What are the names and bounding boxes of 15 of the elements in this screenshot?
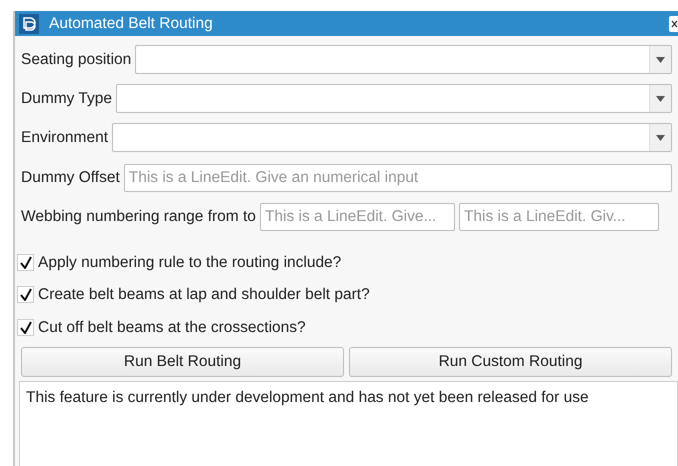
input-field[interactable]: This is a LineEdit. Giv... [458,203,659,231]
checkbox-label: Create belt beams at lap and shoulder belt part? [38,285,370,306]
input-field[interactable]: This is a LineEdit. Give... [260,203,455,231]
action-button[interactable]: Run Belt Routing [21,346,344,377]
field-label: Dummy Type [21,88,112,109]
output-text: This feature is currently under development and has not yet been released for use [26,388,589,406]
field-label: Dummy Offset [21,168,120,188]
checkbox-label: Apply numbering rule to the routing include? [38,253,342,273]
window-title: Automated Belt Routing [49,14,213,34]
field-label: Seating position [21,50,132,70]
input-field[interactable]: This is a LineEdit. Give an numerical input [124,164,672,192]
field-label: Webbing numbering range from to [21,207,256,228]
checkbox-label: Cut off belt beams at the crossections? [38,318,306,338]
field-label: Environment [21,128,108,148]
action-button[interactable]: Run Custom Routing [349,346,672,377]
